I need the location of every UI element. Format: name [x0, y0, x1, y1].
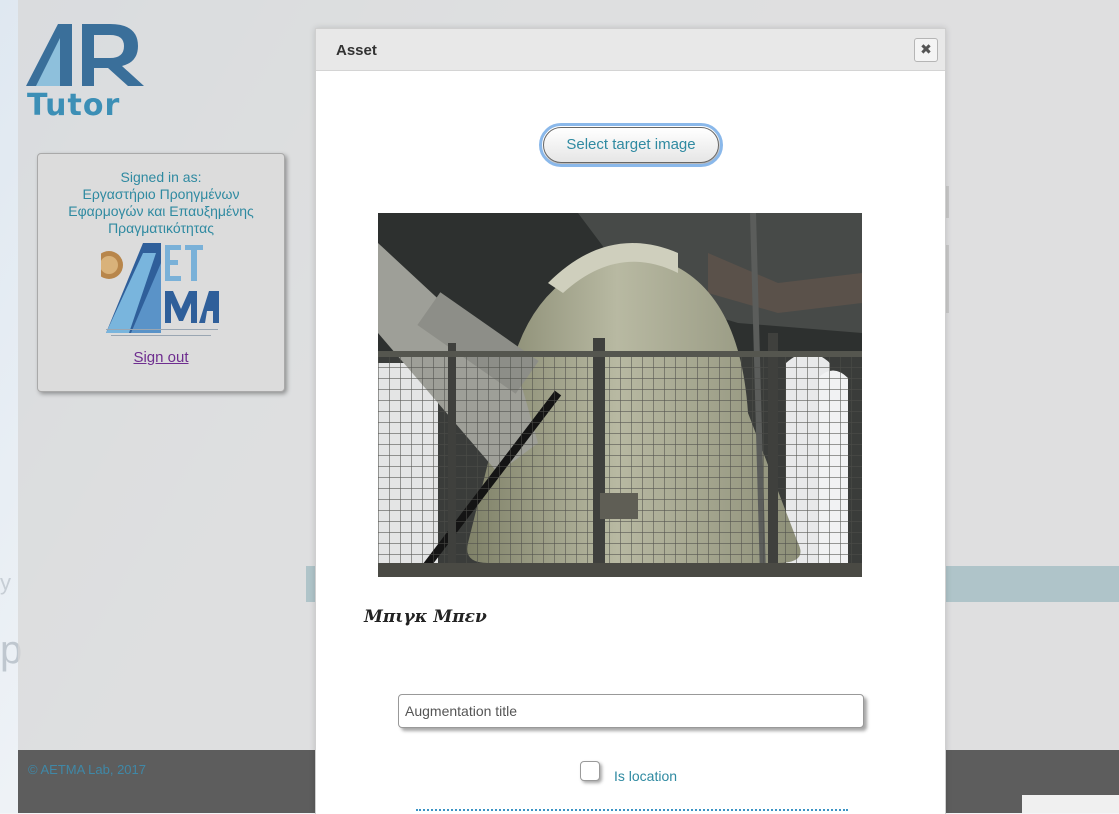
is-location-label: Is location: [614, 768, 678, 784]
signed-in-text: Signed in as: Εργαστήριο Προηγμένων Εφαρ…: [38, 169, 284, 237]
dotted-divider: [416, 809, 848, 811]
background-panel: [1022, 795, 1119, 813]
user-name-line: Εργαστήριο Προηγμένων: [82, 186, 240, 202]
footer-copyright: © AETMA Lab, 2017: [28, 762, 146, 777]
sign-out-link[interactable]: Sign out: [133, 349, 188, 366]
background-watermark: y: [0, 570, 11, 595]
target-image: [378, 213, 862, 577]
close-button[interactable]: ✖: [914, 38, 938, 62]
image-caption: Μπιγκ Μπεν: [364, 607, 487, 627]
logo-subtitle: Tutor: [27, 88, 121, 123]
signed-in-label: Signed in as:: [120, 169, 202, 185]
user-panel: Signed in as: Εργαστήριο Προηγμένων Εφαρ…: [37, 153, 285, 392]
user-name-line: Πραγματικότητας: [108, 220, 214, 236]
ar-logo-icon: [26, 24, 144, 86]
augmentation-title-input[interactable]: [398, 694, 864, 728]
user-name-line: Εφαρμογών και Επαυξημένης: [68, 203, 254, 219]
select-target-image-button[interactable]: Select target image: [539, 123, 723, 167]
app-logo: Tutor: [26, 24, 148, 123]
asset-modal: Asset ✖ Select target image Μπιγκ Μπεν A…: [315, 28, 946, 814]
aetma-logo-icon: [95, 243, 221, 343]
is-location-checkbox[interactable]: [580, 761, 600, 781]
modal-header: Asset ✖: [316, 29, 945, 71]
modal-title: Asset: [336, 42, 377, 59]
close-icon: ✖: [920, 41, 932, 57]
